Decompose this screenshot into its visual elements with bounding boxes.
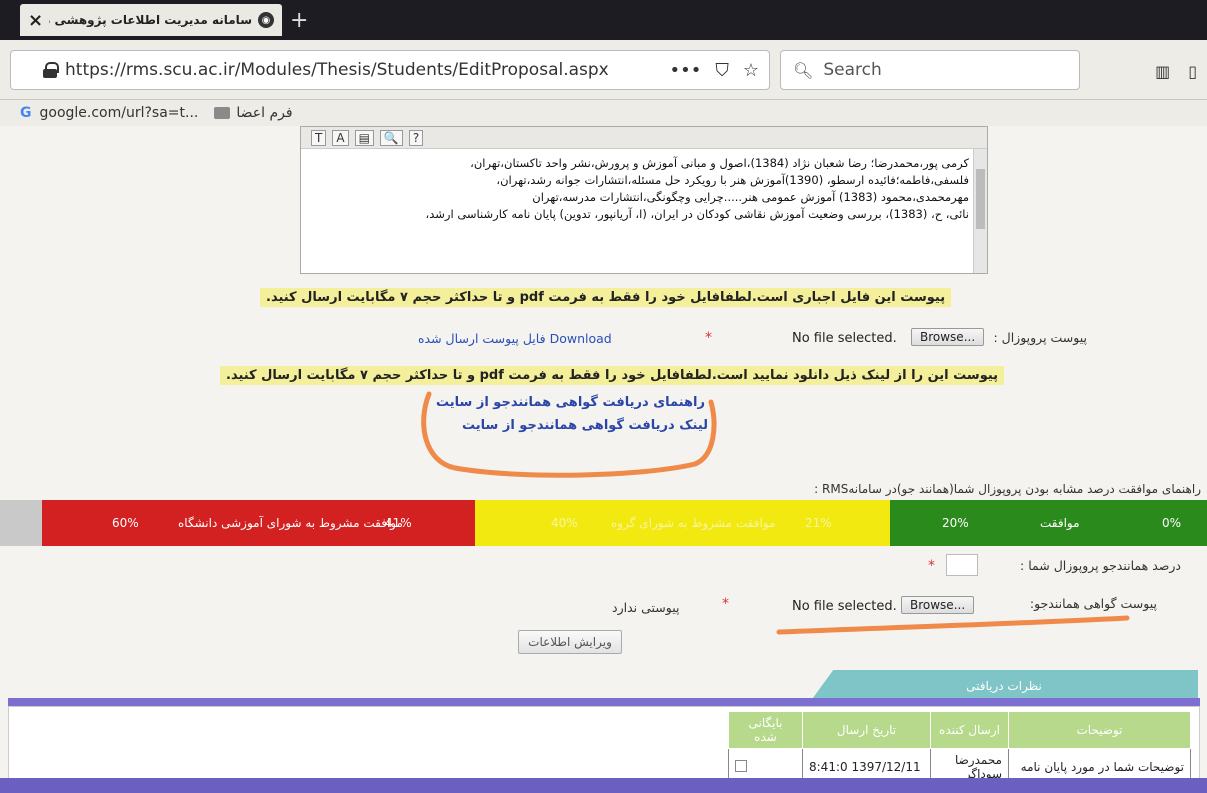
- bookmark-google[interactable]: google.com/url?sa=t...: [40, 105, 199, 121]
- text-color-icon[interactable]: A: [332, 129, 349, 146]
- library-icon[interactable]: ▥: [1155, 62, 1170, 81]
- page-actions-icon[interactable]: •••: [670, 60, 702, 81]
- similarity-percent-input[interactable]: [946, 554, 978, 576]
- reference-line: كرمی پور،محمدرضا؛ رضا شعبان نژاد (1384)،…: [470, 156, 969, 170]
- navigation-bar: https://rms.scu.ac.ir/Modules/Thesis/Stu…: [0, 40, 1207, 100]
- close-tab-icon[interactable]: ×: [28, 10, 43, 31]
- search-input[interactable]: 🔍︎ Search: [780, 50, 1080, 90]
- footer-strip: [0, 778, 1207, 793]
- proposal-browse-button[interactable]: Browse...: [911, 328, 985, 346]
- help-icon[interactable]: ?: [408, 129, 424, 146]
- google-icon: G: [20, 105, 32, 121]
- comments-table: توضیحات ارسال کننده تاریخ ارسال بایگانی …: [728, 711, 1191, 786]
- pocket-icon[interactable]: ⛉: [715, 60, 729, 81]
- search-icon: 🔍︎: [793, 60, 814, 80]
- bookmarks-toolbar: G google.com/url?sa=t... فرم اعضا: [0, 100, 1207, 126]
- bar-label-21: 21%: [805, 516, 832, 530]
- certificate-required-mark: *: [722, 596, 729, 612]
- column-header: تاریخ ارسال: [802, 711, 931, 749]
- certificate-notice: پیوست این را از لینک ذیل دانلود نمایید ا…: [220, 366, 1005, 385]
- download-link-desc[interactable]: فایل پیوست ارسال شده: [418, 331, 546, 346]
- column-header: بایگانی شده: [728, 711, 803, 749]
- download-link[interactable]: Download فایل پیوست ارسال شده: [418, 331, 612, 346]
- address-bar[interactable]: https://rms.scu.ac.ir/Modules/Thesis/Stu…: [10, 50, 770, 90]
- similarity-bar: 60% موافقت مشروط به شورای آموزشی دانشگاه…: [0, 500, 1207, 546]
- column-header: توضیحات: [1008, 711, 1191, 749]
- tab-title: سامانه مدیریت اطلاعات پژوهشی دا...: [49, 13, 252, 27]
- proposal-attachment-label: پیوست پروپوزال :: [993, 330, 1087, 345]
- url-text[interactable]: https://rms.scu.ac.ir/Modules/Thesis/Stu…: [65, 60, 670, 80]
- sidebar-icon[interactable]: ▯: [1188, 62, 1197, 81]
- browser-tab[interactable]: ◉ سامانه مدیریت اطلاعات پژوهشی دا... ×: [20, 4, 282, 36]
- editor-text[interactable]: كرمی پور،محمدرضا؛ رضا شعبان نژاد (1384)،…: [301, 149, 987, 229]
- bar-label-41: 41%: [385, 516, 412, 530]
- certificate-attachment-label: پیوست گواهی همانندجو:: [1029, 596, 1157, 611]
- bookmark-star-icon[interactable]: ☆: [743, 60, 759, 81]
- source-view-icon[interactable]: ▤: [354, 129, 374, 146]
- preview-icon[interactable]: 🔍: [379, 129, 403, 146]
- page-content: T A ▤ 🔍 ? كرمی پور،محمدرضا؛ رضا شعبان نژ…: [0, 126, 1207, 793]
- bar-label-red-text: موافقت مشروط به شورای آموزشی دانشگاه: [178, 516, 403, 530]
- bar-gray-segment: [0, 500, 42, 546]
- no-attachment-text: پیوستی ندارد: [612, 600, 680, 615]
- bar-green-segment: 20% موافقت 0%: [890, 500, 1207, 546]
- bar-label-0: 0%: [1162, 516, 1182, 530]
- bar-label-60: 60%: [112, 516, 139, 530]
- download-link-text[interactable]: Download: [550, 331, 612, 346]
- archived-checkbox[interactable]: [735, 759, 747, 772]
- folder-icon: [214, 107, 231, 119]
- bar-yellow-segment: 40% موافقت مشروط به شورای گروه 21%: [475, 500, 890, 546]
- search-placeholder: Search: [823, 60, 882, 80]
- editor-toolbar: T A ▤ 🔍 ?: [301, 127, 987, 149]
- similarity-percent-label: درصد همانندجو پروپوزال شما :: [1020, 558, 1181, 573]
- section-divider: [8, 698, 1200, 706]
- bar-red-segment: 60% موافقت مشروط به شورای آموزشی دانشگاه…: [42, 500, 475, 546]
- reference-line: مهرمحمدی،محمود (1383) آموزش عمومی هنر...…: [532, 190, 969, 204]
- proposal-file-status: No file selected.: [792, 331, 897, 346]
- bar-label-40: 40%: [551, 516, 578, 530]
- comments-panel: توضیحات ارسال کننده تاریخ ارسال بایگانی …: [8, 706, 1200, 786]
- bar-label-yellow-text: موافقت مشروط به شورای گروه: [611, 516, 776, 530]
- lock-icon: [43, 62, 59, 78]
- table-header-row: توضیحات ارسال کننده تاریخ ارسال بایگانی …: [728, 711, 1191, 749]
- reference-line: نائی، ح، (1383)، بررسی وضعیت آموزش نقاشی…: [425, 207, 969, 221]
- references-editor[interactable]: T A ▤ 🔍 ? كرمی پور،محمدرضا؛ رضا شعبان نژ…: [300, 126, 988, 274]
- bar-label-green-text: موافقت: [1040, 516, 1080, 530]
- orange-underline-annotation: [776, 615, 1130, 635]
- proposal-notice: پیوست این فایل اجباری است.لطفافایل خود ر…: [260, 288, 952, 307]
- bar-label-20: 20%: [942, 516, 969, 530]
- new-tab-icon[interactable]: +: [290, 8, 308, 33]
- edit-info-button[interactable]: ویرایش اطلاعات: [518, 630, 622, 654]
- similarity-required-mark: *: [928, 558, 935, 574]
- bookmark-folder[interactable]: فرم اعضا: [236, 105, 292, 121]
- site-favicon-icon: ◉: [258, 12, 274, 28]
- orange-circle-annotation: [421, 391, 717, 478]
- reference-line: فلسفی،فاطمه؛فائیده ارسطو، (1390)آموزش هن…: [496, 173, 969, 187]
- column-header: ارسال کننده: [930, 711, 1009, 749]
- rms-guide-label: راهنمای موافقت درصد مشابه بودن پروپوزال …: [814, 482, 1201, 496]
- editor-scrollbar[interactable]: [973, 149, 987, 273]
- proposal-required-mark: *: [705, 330, 712, 346]
- text-format-icon[interactable]: T: [311, 129, 327, 146]
- tab-bar: ◉ سامانه مدیریت اطلاعات پژوهشی دا... × +: [0, 0, 1207, 40]
